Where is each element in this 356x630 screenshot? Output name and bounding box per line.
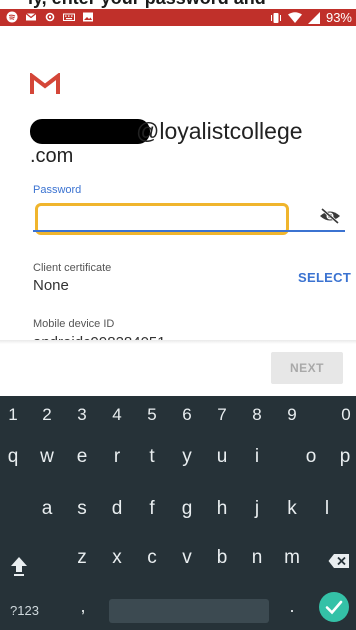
space-key[interactable] xyxy=(109,599,269,623)
key-1[interactable]: 1 xyxy=(8,405,17,425)
shift-key-icon[interactable] xyxy=(10,555,28,577)
settings-notification-icon xyxy=(45,12,55,22)
key-9[interactable]: 9 xyxy=(287,405,296,425)
key-comma[interactable]: , xyxy=(80,596,85,617)
key-i[interactable]: i xyxy=(255,446,259,468)
client-certificate-label: Client certificate xyxy=(33,262,112,274)
redacted-email-username xyxy=(30,119,150,144)
key-h[interactable]: h xyxy=(217,498,228,520)
key-3[interactable]: 3 xyxy=(77,405,86,425)
key-j[interactable]: j xyxy=(255,498,259,520)
notification-icons xyxy=(6,11,94,23)
key-o[interactable]: o xyxy=(306,446,317,468)
soft-keyboard xyxy=(0,396,356,630)
key-7[interactable]: 7 xyxy=(217,405,226,425)
backspace-key-icon[interactable] xyxy=(328,553,350,569)
checkmark-icon xyxy=(325,600,343,615)
password-label: Password xyxy=(33,184,82,196)
key-l[interactable]: l xyxy=(325,498,329,520)
key-w[interactable]: w xyxy=(40,446,54,468)
key-5[interactable]: 5 xyxy=(147,405,156,425)
done-key[interactable] xyxy=(319,592,349,622)
key-z[interactable]: z xyxy=(77,547,87,569)
key-8[interactable]: 8 xyxy=(252,405,261,425)
image-notification-icon xyxy=(83,12,93,22)
key-s[interactable]: s xyxy=(77,498,87,520)
key-period[interactable]: . xyxy=(289,596,294,617)
vibrate-icon xyxy=(270,12,281,23)
key-u[interactable]: u xyxy=(217,446,228,468)
key-y[interactable]: y xyxy=(182,446,192,468)
keyboard-notification-icon xyxy=(63,13,75,21)
key-a[interactable]: a xyxy=(42,498,53,520)
key-4[interactable]: 4 xyxy=(112,405,121,425)
instruction-banner-text: ly, enter your password and xyxy=(28,0,266,9)
key-g[interactable]: g xyxy=(182,498,193,520)
gmail-logo-icon xyxy=(30,73,60,94)
key-6[interactable]: 6 xyxy=(182,405,191,425)
scroll-divider xyxy=(0,340,356,344)
next-button[interactable]: NEXT xyxy=(271,352,343,384)
key-c[interactable]: c xyxy=(147,547,157,569)
signal-icon xyxy=(307,11,320,24)
key-q[interactable]: q xyxy=(8,446,19,468)
password-underline xyxy=(33,230,345,232)
status-bar: 93% xyxy=(0,9,356,26)
key-m[interactable]: m xyxy=(284,547,300,569)
mobile-device-id-label: Mobile device ID xyxy=(33,318,115,330)
key-f[interactable]: f xyxy=(149,498,154,520)
key-0[interactable]: 0 xyxy=(341,405,350,425)
key-r[interactable]: r xyxy=(114,446,120,468)
email-domain: @loyalistcollege xyxy=(136,118,303,144)
key-t[interactable]: t xyxy=(149,446,154,468)
key-n[interactable]: n xyxy=(252,547,263,569)
key-x[interactable]: x xyxy=(112,547,122,569)
battery-percent: 93% xyxy=(325,10,352,25)
key-2[interactable]: 2 xyxy=(42,405,51,425)
select-certificate-button[interactable]: SELECT xyxy=(298,270,351,285)
key-p[interactable]: p xyxy=(340,446,351,468)
key-b[interactable]: b xyxy=(217,547,228,569)
spotify-icon xyxy=(6,11,18,23)
eye-off-icon[interactable] xyxy=(319,207,341,225)
wifi-icon xyxy=(287,11,302,23)
gmail-notification-icon xyxy=(25,13,37,21)
mobile-device-id-section: Mobile device ID androidc998284051 xyxy=(0,312,356,343)
symbols-key[interactable]: ?123 xyxy=(10,603,39,618)
email-tld: .com xyxy=(30,145,74,167)
key-d[interactable]: d xyxy=(112,498,123,520)
client-certificate-value: None xyxy=(33,277,69,294)
key-v[interactable]: v xyxy=(182,547,192,569)
system-status: 93% xyxy=(270,10,352,25)
key-k[interactable]: k xyxy=(287,498,297,520)
key-e[interactable]: e xyxy=(77,446,88,468)
